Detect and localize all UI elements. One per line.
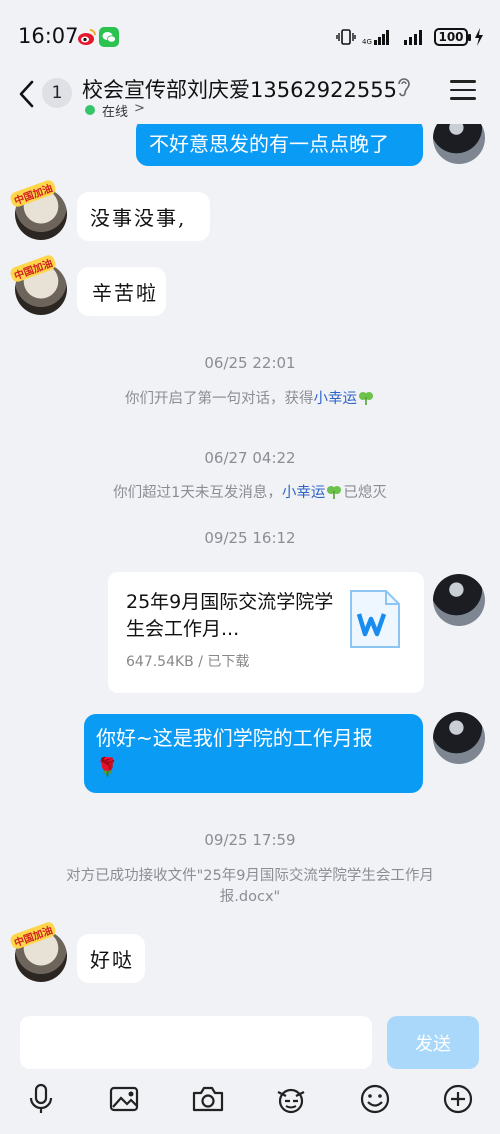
menu-button[interactable] (450, 80, 476, 104)
my-avatar[interactable] (433, 712, 485, 764)
message-text: 辛苦啦 (92, 281, 158, 305)
outgoing-message[interactable]: 你好~这是我们学院的工作月报 🌹 (84, 714, 423, 793)
my-avatar[interactable] (433, 574, 485, 626)
back-button[interactable] (14, 78, 40, 110)
unread-count-badge[interactable]: 1 (42, 78, 72, 108)
message-list[interactable]: 不好意思发的有一点点晚了 中国加油 没事没事, 中国加油 辛苦啦 06/25 2… (0, 124, 500, 1004)
wechat-icon (99, 27, 119, 47)
incoming-message[interactable]: 没事没事, (77, 192, 210, 241)
charging-icon (475, 28, 483, 46)
system-notice: 你们超过1天未互发消息，小幸运 已熄灭 (40, 483, 460, 504)
image-icon[interactable] (108, 1082, 142, 1116)
signal-icon (404, 30, 422, 45)
vibrate-icon (336, 29, 356, 45)
input-bar: 发送 (0, 1004, 500, 1134)
menu-line (450, 88, 476, 91)
status-indicators: 4G 100 (336, 26, 484, 48)
system-notice-text: 你们开启了第一句对话，获得 (125, 391, 314, 407)
outgoing-message[interactable]: 不好意思发的有一点点晚了 (136, 124, 423, 166)
weibo-icon (78, 29, 96, 45)
system-notice: 你们开启了第一句对话，获得小幸运 (40, 389, 460, 410)
message-text: 你好~这是我们学院的工作月报 (96, 726, 373, 750)
chat-header: 1 校会宣传部刘庆爱13562922555 在线 > (0, 74, 500, 124)
message-text: 好哒 (90, 948, 134, 972)
timestamp: 09/25 16:12 (204, 529, 296, 547)
incoming-message[interactable]: 辛苦啦 (77, 267, 166, 316)
rose-emoji: 🌹 (96, 757, 119, 778)
camera-icon[interactable] (191, 1082, 225, 1116)
system-notice: 对方已成功接收文件"25年9月国际交流学院学生会工作月报.docx" (66, 868, 434, 905)
word-document-icon (350, 590, 400, 648)
send-button[interactable]: 发送 (387, 1016, 479, 1069)
emoji-icon[interactable] (358, 1082, 392, 1116)
incoming-message[interactable]: 好哒 (77, 934, 145, 983)
online-status-dot (85, 105, 95, 115)
timestamp: 06/25 22:01 (204, 354, 296, 372)
timestamp: 09/25 17:59 (204, 831, 296, 849)
menu-line (450, 80, 476, 83)
status-time: 16:07 (18, 24, 79, 48)
file-meta: 647.54KB / 已下载 (126, 654, 250, 670)
message-text: 没事没事, (90, 206, 187, 230)
message-text: 不好意思发的有一点点晚了 (149, 131, 389, 156)
battery-icon: 100 (434, 28, 471, 46)
magic-emoji-icon[interactable] (274, 1082, 308, 1116)
system-notice-text: 你们超过1天未互发消息， (113, 485, 282, 501)
system-notice-text: 已熄灭 (343, 485, 387, 501)
lucky-link[interactable]: 小幸运 (282, 485, 326, 501)
plus-icon[interactable] (441, 1082, 475, 1116)
hearing-icon[interactable] (395, 76, 411, 98)
battery-level: 100 (438, 30, 464, 44)
timestamp: 06/27 04:22 (204, 449, 296, 467)
chevron-right-icon[interactable]: > (134, 101, 145, 116)
online-status[interactable]: 在线 (102, 101, 128, 120)
microphone-icon[interactable] (24, 1082, 58, 1116)
my-avatar[interactable] (433, 124, 485, 164)
file-name: 25年9月国际交流学院学生会工作月... (126, 591, 334, 640)
chat-title[interactable]: 校会宣传部刘庆爱13562922555 (82, 74, 397, 104)
status-bar: 16:07 4G 100 (0, 0, 500, 74)
clover-icon (327, 486, 342, 499)
svg-text:4G: 4G (362, 38, 372, 46)
clover-icon (359, 392, 373, 405)
menu-line (450, 97, 476, 100)
file-message[interactable]: 25年9月国际交流学院学生会工作月... 647.54KB / 已下载 (108, 572, 424, 693)
signal-icon: 4G (362, 30, 389, 46)
lucky-link[interactable]: 小幸运 (314, 391, 358, 407)
message-input[interactable] (20, 1016, 372, 1069)
